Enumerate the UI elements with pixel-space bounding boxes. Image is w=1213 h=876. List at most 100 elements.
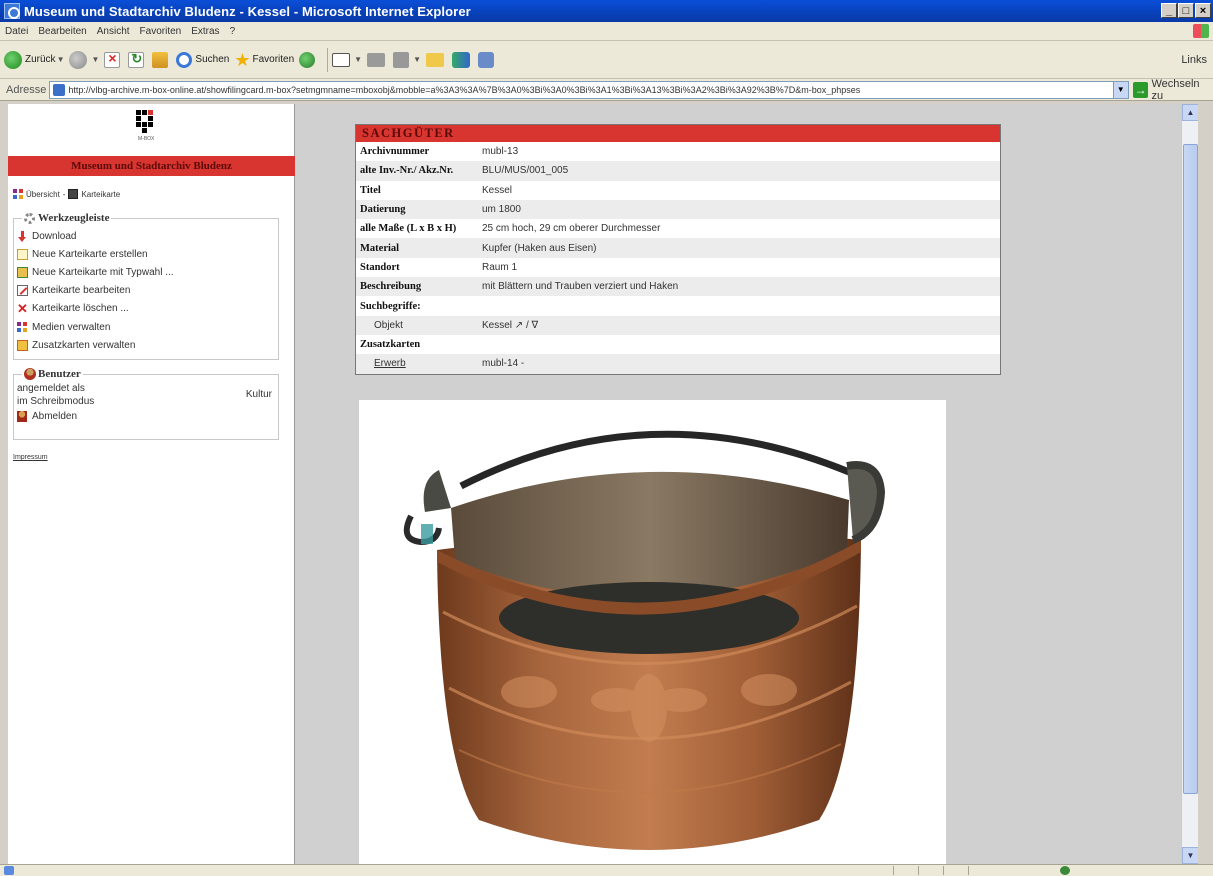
- tool-label: Neue Karteikarte erstellen: [32, 248, 148, 260]
- acquisition-link[interactable]: Erwerb: [356, 358, 482, 369]
- object-photo[interactable]: [359, 400, 946, 864]
- status-bar: [0, 864, 1213, 876]
- scroll-down-button[interactable]: ▼: [1182, 847, 1199, 864]
- go-label: Wechseln zu: [1151, 77, 1200, 102]
- menu-tools[interactable]: Extras: [186, 26, 224, 37]
- forward-button[interactable]: ▼: [69, 50, 99, 69]
- tool-label: Neue Karteikarte mit Typwahl ...: [32, 266, 174, 278]
- tool-download[interactable]: Download: [17, 227, 174, 245]
- window-title-bar: Museum und Stadtarchiv Bludenz - Kessel …: [0, 0, 1213, 22]
- overview-icon: [13, 189, 23, 199]
- menu-favorites[interactable]: Favoriten: [135, 26, 187, 37]
- favorites-button[interactable]: ★ Favoriten: [234, 51, 294, 69]
- impressum-link[interactable]: Impressum: [13, 454, 48, 461]
- logout-user-icon: [17, 411, 27, 422]
- edit-button[interactable]: ▼: [393, 51, 421, 68]
- menu-edit[interactable]: Bearbeiten: [33, 26, 91, 37]
- tool-new-card-type[interactable]: Neue Karteikarte mit Typwahl ...: [17, 263, 174, 281]
- scroll-up-button[interactable]: ▲: [1182, 104, 1199, 121]
- gear-icon: [24, 212, 35, 224]
- search-icon: [176, 51, 193, 68]
- tool-new-card[interactable]: Neue Karteikarte erstellen: [17, 245, 174, 263]
- new-document-icon: [17, 248, 28, 260]
- card-header: SACHGÜTER: [356, 125, 1000, 142]
- chevron-down-icon[interactable]: ▼: [354, 55, 362, 64]
- table-row: Titel Kessel: [356, 181, 1000, 200]
- field-label: Objekt: [374, 319, 403, 331]
- breadcrumb-overview[interactable]: Übersicht: [26, 190, 60, 199]
- address-bar: Adresse ▼ → Wechseln zu: [0, 77, 1213, 102]
- address-field-wrapper: ▼: [49, 80, 1129, 99]
- tool-label: Medien verwalten: [32, 321, 111, 333]
- field-label: alle Maße (L x B x H): [360, 223, 457, 235]
- tool-manage-additional-cards[interactable]: Zusatzkarten verwalten: [17, 336, 174, 354]
- delete-icon: ✕: [17, 301, 28, 317]
- close-button[interactable]: ×: [1195, 3, 1211, 18]
- forward-arrow-icon: [69, 50, 88, 69]
- window-title: Museum und Stadtarchiv Bludenz - Kessel …: [24, 3, 471, 19]
- tool-label: Karteikarte bearbeiten: [32, 285, 131, 297]
- stop-button[interactable]: [104, 50, 123, 68]
- search-term-value[interactable]: Kessel ↗ / ∇: [482, 320, 1000, 331]
- history-button[interactable]: [299, 51, 318, 68]
- field-value: mit Blättern und Trauben verziert und Ha…: [482, 281, 679, 293]
- internet-explorer-icon: [4, 3, 20, 19]
- user-icon: [24, 368, 36, 380]
- search-button[interactable]: Suchen: [176, 51, 230, 68]
- internet-zone-icon: [1060, 866, 1070, 875]
- table-row: Erwerb mubl-14 -: [356, 354, 1000, 374]
- new-typed-document-icon: [17, 266, 28, 278]
- toolbar-separator: [327, 47, 329, 72]
- refresh-button[interactable]: [128, 51, 147, 68]
- user-role: Kultur: [245, 389, 272, 400]
- minimize-button[interactable]: _: [1161, 3, 1177, 18]
- menu-file[interactable]: Datei: [0, 26, 33, 37]
- edit-document-icon: [17, 285, 28, 297]
- chevron-down-icon[interactable]: ▼: [91, 55, 99, 64]
- chevron-down-icon[interactable]: ▼: [413, 55, 421, 64]
- field-value: Kupfer (Haken aus Eisen): [482, 242, 597, 254]
- tool-edit-card[interactable]: Karteikarte bearbeiten: [17, 282, 174, 300]
- breadcrumb: Übersicht - Karteikarte: [13, 189, 120, 199]
- edit-icon: [393, 51, 410, 68]
- search-label: Suchen: [195, 54, 230, 65]
- address-dropdown-button[interactable]: ▼: [1112, 81, 1128, 98]
- extra-button[interactable]: [478, 51, 497, 68]
- logout-link[interactable]: Abmelden: [17, 411, 77, 422]
- refresh-icon: [128, 51, 145, 68]
- messenger-button[interactable]: [452, 51, 473, 68]
- field-label: Archivnummer: [360, 146, 430, 158]
- field-label: Titel: [360, 184, 381, 196]
- menu-help[interactable]: ?: [225, 26, 241, 37]
- scrollbar-thumb[interactable]: [1183, 144, 1198, 794]
- go-arrow-icon: →: [1132, 81, 1149, 98]
- back-button[interactable]: Zurück ▼: [4, 50, 65, 69]
- media-icon: [17, 321, 28, 333]
- user-panel: Benutzer angemeldet als Kultur im Schrei…: [13, 368, 279, 440]
- go-button[interactable]: → Wechseln zu: [1132, 77, 1213, 102]
- menu-bar: Datei Bearbeiten Ansicht Favoriten Extra…: [0, 22, 1213, 41]
- windows-logo-icon: [1193, 24, 1209, 38]
- table-row: Beschreibung mit Blättern und Trauben ver…: [356, 277, 1000, 297]
- vertical-scrollbar[interactable]: ▲ ▼: [1181, 104, 1199, 864]
- home-button[interactable]: [152, 51, 171, 68]
- breadcrumb-card[interactable]: Karteikarte: [81, 190, 120, 199]
- address-input[interactable]: [68, 84, 1128, 95]
- links-toolbar[interactable]: Links: [1181, 54, 1207, 66]
- tool-manage-media[interactable]: Medien verwalten: [17, 318, 174, 336]
- window-controls: _ □ ×: [1161, 3, 1211, 18]
- folder-button[interactable]: [426, 52, 447, 67]
- field-label: Datierung: [360, 204, 406, 216]
- status-cell: [893, 866, 913, 875]
- chevron-down-icon[interactable]: ▼: [57, 55, 65, 64]
- filing-card-icon: [68, 189, 79, 199]
- mail-button[interactable]: ▼: [332, 52, 362, 67]
- field-value: Kessel: [482, 184, 513, 196]
- maximize-button[interactable]: □: [1178, 3, 1194, 18]
- menu-view[interactable]: Ansicht: [92, 26, 135, 37]
- print-button[interactable]: [367, 52, 388, 67]
- breadcrumb-separator: -: [62, 189, 66, 199]
- field-label: Standort: [360, 261, 400, 273]
- tool-delete-card[interactable]: ✕ Karteikarte löschen ...: [17, 300, 174, 318]
- window-edge: [1198, 104, 1213, 864]
